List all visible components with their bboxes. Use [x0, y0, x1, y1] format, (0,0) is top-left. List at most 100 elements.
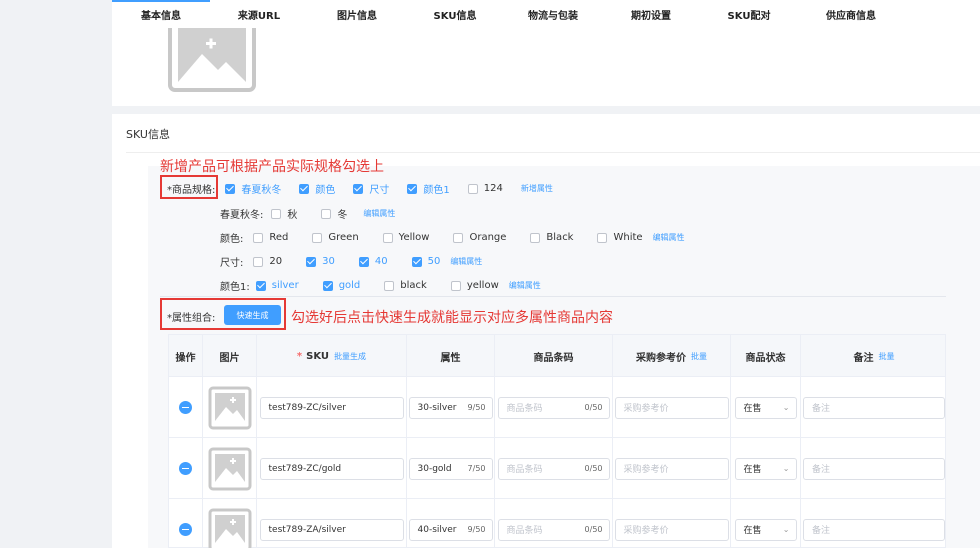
batch-note-link[interactable]: 批量: [879, 351, 895, 362]
checkbox-icon[interactable]: [321, 208, 332, 219]
attribute-input[interactable]: 30-gold 7/50: [408, 457, 493, 480]
checkbox-option[interactable]: 30: [306, 256, 335, 267]
note-input[interactable]: 备注: [803, 396, 945, 419]
checkbox-checked-icon[interactable]: [407, 183, 418, 194]
checkbox-option[interactable]: 冬: [321, 206, 347, 221]
checkbox-checked-icon[interactable]: [411, 256, 422, 267]
edit-attribute-link[interactable]: 编辑属性: [509, 280, 541, 291]
checkbox-option[interactable]: 尺寸: [353, 181, 389, 196]
spec-label: *商品规格:: [167, 185, 216, 196]
checkbox-label: White: [613, 232, 643, 243]
checkbox-icon[interactable]: [453, 232, 464, 243]
tab-active-indicator: [112, 0, 210, 2]
price-placeholder: 采购参考价: [623, 465, 669, 475]
edit-attribute-link[interactable]: 编辑属性: [363, 208, 395, 219]
checkbox-icon[interactable]: [271, 208, 282, 219]
checkbox-option[interactable]: Yellow: [382, 232, 429, 243]
th-operation: 操作: [169, 335, 203, 377]
checkbox-option[interactable]: silver: [255, 280, 299, 291]
status-select[interactable]: 在售 ⌄: [734, 518, 797, 541]
add-attribute-link[interactable]: 新增属性: [521, 183, 553, 194]
tab-basic-info[interactable]: 基本信息: [112, 7, 210, 22]
checkbox-checked-icon[interactable]: [353, 183, 364, 194]
attr-label: 颜色1:: [220, 282, 250, 293]
checkbox-icon[interactable]: [530, 232, 541, 243]
checkbox-label: 50: [427, 256, 441, 267]
image-placeholder-icon[interactable]: [208, 447, 252, 491]
checkbox-option[interactable]: Black: [530, 232, 573, 243]
checkbox-icon[interactable]: [382, 232, 393, 243]
status-select[interactable]: 在售 ⌄: [734, 457, 797, 480]
checkbox-option[interactable]: 20: [253, 256, 282, 267]
sku-input[interactable]: test789-ZC/gold: [259, 457, 404, 480]
checkbox-icon[interactable]: [450, 280, 461, 291]
tab-supplier-info[interactable]: 供应商信息: [798, 7, 904, 22]
checkbox-option[interactable]: 颜色1: [407, 181, 450, 196]
cell-operation: [169, 377, 203, 438]
checkbox-icon[interactable]: [253, 232, 264, 243]
th-label: 商品状态: [745, 352, 786, 364]
checkbox-icon[interactable]: [467, 183, 478, 194]
checkbox-option[interactable]: Red: [253, 232, 288, 243]
th-price: 采购参考价 批量: [613, 335, 731, 377]
image-placeholder-icon[interactable]: [208, 386, 252, 430]
batch-generate-link[interactable]: 批量生成: [334, 351, 366, 362]
checkbox-checked-icon[interactable]: [299, 183, 310, 194]
image-placeholder-icon[interactable]: [168, 28, 256, 92]
note-input[interactable]: 备注: [803, 457, 945, 480]
remove-row-icon[interactable]: [179, 462, 192, 475]
table-header: 操作 图片 * SKU 批量生成 属性 商品条码 采购参考价 批量 商品状态 备…: [169, 335, 945, 377]
sku-value: test789-ZC/silver: [268, 402, 346, 413]
checkbox-option[interactable]: 40: [358, 256, 388, 267]
checkbox-checked-icon[interactable]: [225, 183, 236, 194]
section-divider: [126, 152, 980, 153]
remove-row-icon[interactable]: [179, 523, 192, 536]
price-input[interactable]: 采购参考价: [614, 457, 729, 480]
sku-input[interactable]: test789-ZA/silver: [259, 518, 404, 541]
checkbox-option[interactable]: 124: [467, 183, 503, 194]
tab-sku-info[interactable]: SKU信息: [406, 7, 504, 22]
tab-source-url[interactable]: 来源URL: [210, 7, 308, 22]
checkbox-checked-icon[interactable]: [306, 256, 317, 267]
image-placeholder-icon[interactable]: [208, 508, 252, 548]
checkbox-option[interactable]: 50: [411, 256, 441, 267]
checkbox-option[interactable]: yellow: [450, 280, 499, 291]
tab-initial-settings[interactable]: 期初设置: [602, 7, 700, 22]
checkbox-icon[interactable]: [384, 280, 395, 291]
edit-attribute-link[interactable]: 编辑属性: [450, 256, 482, 267]
edit-attribute-link[interactable]: 编辑属性: [653, 232, 685, 243]
checkbox-checked-icon[interactable]: [255, 280, 266, 291]
checkbox-option[interactable]: 颜色: [299, 181, 335, 196]
price-input[interactable]: 采购参考价: [614, 518, 729, 541]
barcode-input[interactable]: 商品条码 0/50: [497, 518, 610, 541]
batch-price-link[interactable]: 批量: [691, 351, 707, 362]
status-select[interactable]: 在售 ⌄: [734, 396, 797, 419]
checkbox-option[interactable]: black: [384, 280, 427, 291]
checkbox-icon[interactable]: [253, 256, 264, 267]
attribute-input[interactable]: 30-silver 9/50: [408, 396, 493, 419]
tab-sku-pairing[interactable]: SKU配对: [700, 7, 798, 22]
tab-logistics[interactable]: 物流与包装: [504, 7, 602, 22]
cell-attribute: 30-silver 9/50: [407, 377, 495, 438]
checkbox-checked-icon[interactable]: [358, 256, 369, 267]
note-input[interactable]: 备注: [803, 518, 945, 541]
checkbox-icon[interactable]: [597, 232, 608, 243]
checkbox-option[interactable]: Orange: [453, 232, 506, 243]
checkbox-option[interactable]: White: [597, 232, 643, 243]
checkbox-option[interactable]: 秋: [271, 206, 297, 221]
status-value: 在售: [743, 526, 762, 536]
price-input[interactable]: 采购参考价: [614, 396, 729, 419]
remove-row-icon[interactable]: [179, 401, 192, 414]
quick-generate-button[interactable]: 快速生成: [224, 305, 281, 325]
th-label: 采购参考价: [636, 352, 686, 364]
checkbox-option[interactable]: 春夏秋冬: [225, 181, 281, 196]
attribute-input[interactable]: 40-silver 9/50: [408, 518, 493, 541]
checkbox-option[interactable]: Green: [312, 232, 359, 243]
checkbox-checked-icon[interactable]: [322, 280, 333, 291]
barcode-input[interactable]: 商品条码 0/50: [497, 457, 610, 480]
checkbox-option[interactable]: gold: [322, 280, 360, 291]
checkbox-icon[interactable]: [312, 232, 323, 243]
barcode-input[interactable]: 商品条码 0/50: [497, 396, 610, 419]
sku-input[interactable]: test789-ZC/silver: [259, 396, 404, 419]
tab-image-info[interactable]: 图片信息: [308, 7, 406, 22]
